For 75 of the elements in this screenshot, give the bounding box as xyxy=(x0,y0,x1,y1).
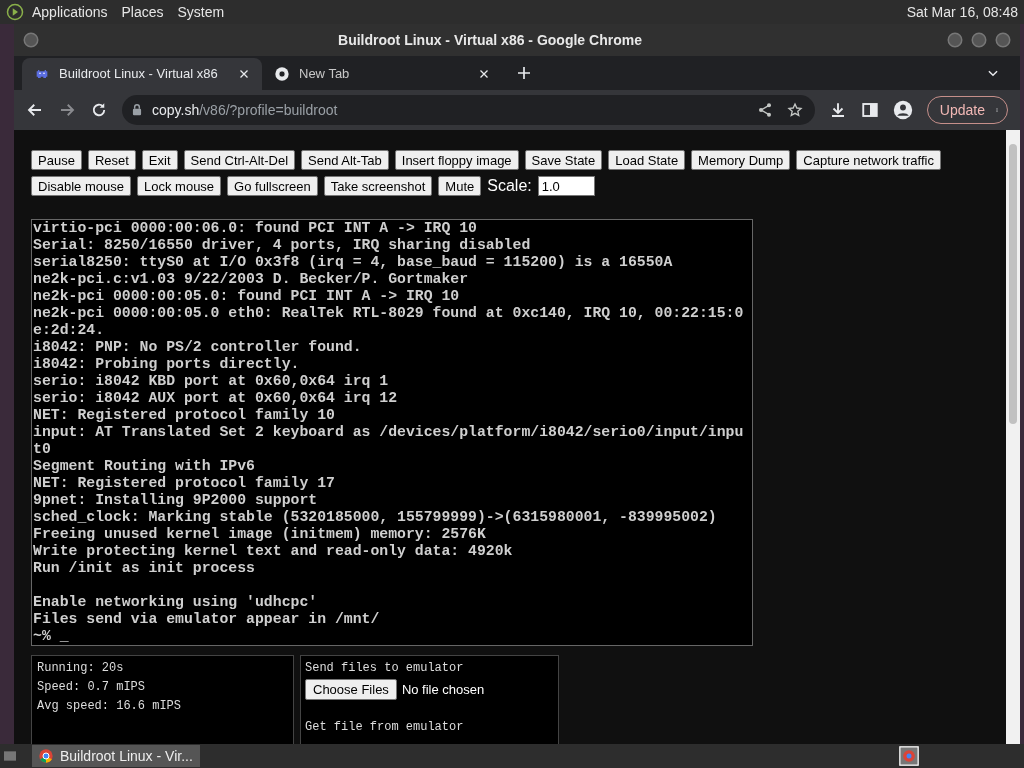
emulator-button[interactable]: Lock mouse xyxy=(137,176,222,196)
stats-text: Speed: 0.7 mIPS xyxy=(37,679,147,695)
window-menu-icon[interactable] xyxy=(22,31,40,49)
emulator-button[interactable]: Save State xyxy=(524,150,603,170)
terminal-line: NET: Registered protocol family 10 xyxy=(33,407,336,424)
terminal-line: Files send via emulator appear in /mnt/ xyxy=(33,611,381,628)
url-text: copy.sh/v86/?profile=buildroot xyxy=(152,100,338,120)
emulator-button[interactable]: Send Alt-Tab xyxy=(301,150,389,170)
terminal-line: ne2k-pci.c:v1.03 9/22/2003 D. Becker/P. Gortmaker xyxy=(33,271,470,288)
scale-label: Scale: xyxy=(487,176,532,196)
scrollbar[interactable] xyxy=(1006,130,1020,744)
terminal-line: serio: i8042 KBD port at 0x60,0x64 irq 1 xyxy=(33,373,390,390)
terminal-line: serio: i8042 AUX port at 0x60,0x64 irq 12 xyxy=(33,390,399,407)
emulator-button[interactable]: Reset xyxy=(87,150,136,170)
chrome-logo-icon[interactable] xyxy=(274,66,290,82)
terminal-line: input: AT Translated Set 2 keyboard as /devices/platform/i8042/serio0/input/inpu xyxy=(33,424,745,441)
terminal-line: Freeing unused kernel image (initmem) memory: 2576K xyxy=(33,526,487,543)
side-panel-icon[interactable] xyxy=(860,101,879,119)
emulator-button[interactable]: Disable mouse xyxy=(31,176,131,196)
terminal-line: Run /init as init process xyxy=(33,560,256,577)
new-tab-plus-icon[interactable] xyxy=(516,65,532,81)
terminal-line: i8042: PNP: No PS/2 controller found. xyxy=(33,339,363,356)
no-file-text: No file chosen xyxy=(401,680,485,699)
panel-menu[interactable]: Places xyxy=(121,1,164,23)
chrome-logo-icon[interactable] xyxy=(38,748,54,764)
terminal-line: NET: Registered protocol family 17 xyxy=(33,475,336,492)
emulator-button[interactable]: Take screenshot xyxy=(323,176,433,196)
terminal-line: Write protecting kernel text and read-only data: 4920k xyxy=(33,543,514,560)
panel-menu[interactable]: System xyxy=(177,1,225,23)
terminal-line: ne2k-pci 0000:00:05.0 eth0: RealTek RTL-8029 found at 0xc140, IRQ 10, 00:22:15:0 xyxy=(33,305,745,322)
terminal-line: ne2k-pci 0000:00:05.0: found PCI INT A -> IRQ 10 xyxy=(33,288,461,305)
get-file-label: Get file from emulator xyxy=(305,719,465,735)
stats-text: Avg speed: 16.6 mIPS xyxy=(37,698,183,714)
terminal-line: Serial: 8250/16550 driver, 4 ports, IRQ sharing disabled xyxy=(33,237,532,254)
address-bar[interactable]: copy.sh/v86/?profile=buildroot xyxy=(122,95,815,125)
browser-tab[interactable]: Buildroot Linux - Virtual x86 xyxy=(22,58,262,90)
emulator-button[interactable]: Pause xyxy=(31,150,82,170)
terminal-line: i8042: Probing ports directly. xyxy=(33,356,301,373)
stats-text: Running: 20s xyxy=(37,660,125,676)
browser-tab[interactable]: New Tab xyxy=(262,58,502,90)
send-files-label: Send files to emulator xyxy=(305,660,465,676)
choose-files-button[interactable]: Choose Files xyxy=(305,679,397,700)
window-title: Buildroot Linux - Virtual x86 - Google Chrome xyxy=(337,30,643,50)
emulator-button[interactable]: Send Ctrl-Alt-Del xyxy=(183,150,296,170)
terminal-line: t0 xyxy=(33,441,52,458)
emulator-button[interactable]: Go fullscreen xyxy=(227,176,318,196)
maximize-icon[interactable] xyxy=(970,31,988,49)
emulator-button[interactable]: Capture network traffic xyxy=(796,150,941,170)
terminal-line: e:2d:24. xyxy=(33,322,106,339)
emulator-button[interactable]: Memory Dump xyxy=(691,150,791,170)
minimize-icon[interactable] xyxy=(946,31,964,49)
emulator-button[interactable]: Mute xyxy=(438,176,482,196)
emulator-button[interactable]: Exit xyxy=(141,150,178,170)
share-icon[interactable] xyxy=(756,102,773,118)
lock-icon[interactable] xyxy=(130,103,144,117)
star-icon[interactable] xyxy=(786,102,803,118)
profile-icon[interactable] xyxy=(892,100,913,120)
reload-icon[interactable] xyxy=(90,101,108,119)
terminal-line: Segment Routing with IPv6 xyxy=(33,458,256,475)
terminal-line: serial8250: ttyS0 at I/O 0x3f8 (irq = 4, base_baud = 115200) is a 16550A xyxy=(33,254,674,271)
terminal-line: Enable networking using 'udhcpc' xyxy=(33,594,319,611)
panel-menu[interactable]: Applications xyxy=(32,1,108,23)
emulator-button[interactable]: Insert floppy image xyxy=(394,150,519,170)
terminal-line: sched_clock: Marking stable (5320185000, 155799999)->(6315980001, -839995002) xyxy=(33,509,718,526)
terminal-line: 9pnet: Installing 9P2000 support xyxy=(33,492,319,509)
forward-arrow-icon[interactable] xyxy=(58,101,76,119)
panel-clock: Sat Mar 16, 08:48 xyxy=(906,2,1018,22)
show-desktop-icon[interactable] xyxy=(2,748,18,764)
taskbar-window-button[interactable]: Buildroot Linux - Vir... xyxy=(32,745,200,767)
emulator-button[interactable]: Load State xyxy=(608,150,686,170)
scale-input[interactable]: 1.0 xyxy=(537,176,595,196)
mate-logo-icon[interactable] xyxy=(6,3,24,21)
terminal-line: ~% _ xyxy=(33,628,70,645)
back-arrow-icon[interactable] xyxy=(26,101,44,119)
terminal-line: virtio-pci 0000:00:06.0: found PCI INT A -> IRQ 10 xyxy=(33,220,478,237)
